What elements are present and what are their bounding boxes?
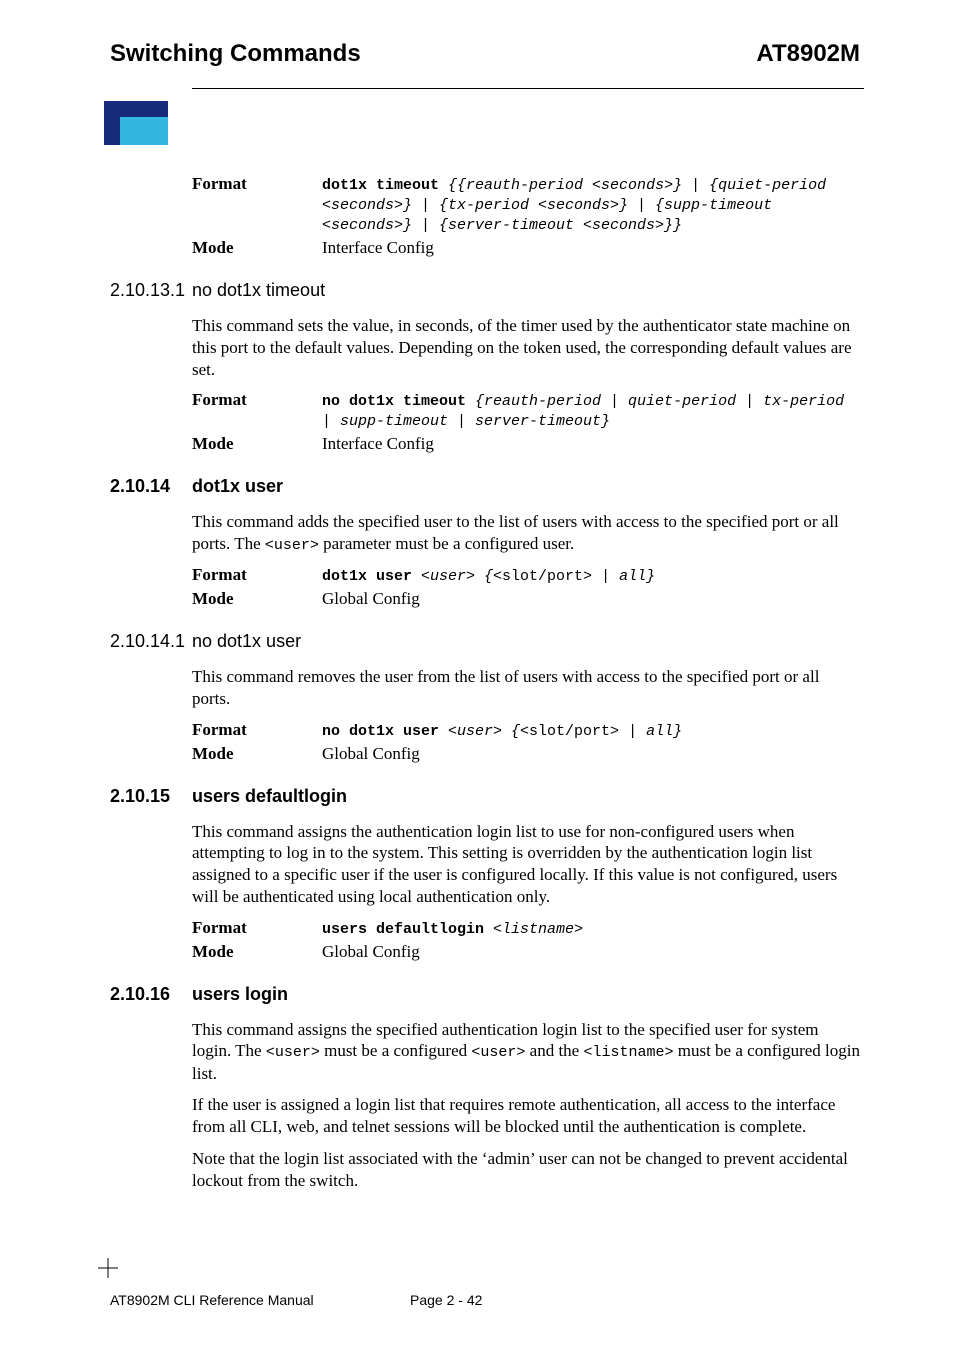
mode-value: Global Config bbox=[322, 942, 860, 962]
section-heading: 2.10.16 users login bbox=[192, 984, 860, 1005]
footer-manual-title: AT8902M CLI Reference Manual bbox=[110, 1292, 410, 1308]
mode-value: Interface Config bbox=[322, 238, 860, 258]
format-label: Format bbox=[192, 174, 322, 234]
crop-mark-icon bbox=[98, 1258, 118, 1278]
format-label: Format bbox=[192, 918, 322, 938]
brand-logo-icon bbox=[104, 101, 864, 150]
mode-label: Mode bbox=[192, 434, 322, 454]
format-value: dot1x user <user> {<slot/port> | all} bbox=[322, 565, 860, 585]
mode-label: Mode bbox=[192, 942, 322, 962]
mode-value: Global Config bbox=[322, 744, 860, 764]
section-paragraph: Note that the login list associated with… bbox=[192, 1148, 860, 1192]
header-rule bbox=[192, 88, 864, 89]
section-paragraph: This command adds the specified user to … bbox=[192, 511, 860, 555]
mode-label: Mode bbox=[192, 238, 322, 258]
section-paragraph: If the user is assigned a login list tha… bbox=[192, 1094, 860, 1138]
format-value: dot1x timeout {{reauth-period <seconds>}… bbox=[322, 174, 860, 234]
section-heading: 2.10.14.1 no dot1x user bbox=[192, 631, 860, 652]
format-value: users defaultlogin <listname> bbox=[322, 918, 860, 938]
format-value: no dot1x timeout {reauth-period | quiet-… bbox=[322, 390, 860, 430]
format-label: Format bbox=[192, 720, 322, 740]
header-title-left: Switching Commands bbox=[110, 40, 361, 68]
section-heading: 2.10.13.1 no dot1x timeout bbox=[192, 280, 860, 301]
footer-page-number: Page 2 - 42 bbox=[410, 1292, 482, 1308]
mode-label: Mode bbox=[192, 744, 322, 764]
section-paragraph: This command assigns the specified authe… bbox=[192, 1019, 860, 1085]
header-title-right: AT8902M bbox=[756, 40, 860, 68]
mode-value: Global Config bbox=[322, 589, 860, 609]
section-paragraph: This command removes the user from the l… bbox=[192, 666, 860, 710]
section-paragraph: This command assigns the authentication … bbox=[192, 821, 860, 908]
mode-label: Mode bbox=[192, 589, 322, 609]
format-label: Format bbox=[192, 565, 322, 585]
section-heading: 2.10.15 users defaultlogin bbox=[192, 786, 860, 807]
format-value: no dot1x user <user> {<slot/port> | all} bbox=[322, 720, 860, 740]
page-footer: AT8902M CLI Reference Manual Page 2 - 42 bbox=[110, 1292, 864, 1308]
mode-value: Interface Config bbox=[322, 434, 860, 454]
section-paragraph: This command sets the value, in seconds,… bbox=[192, 315, 860, 380]
section-heading: 2.10.14 dot1x user bbox=[192, 476, 860, 497]
format-label: Format bbox=[192, 390, 322, 430]
